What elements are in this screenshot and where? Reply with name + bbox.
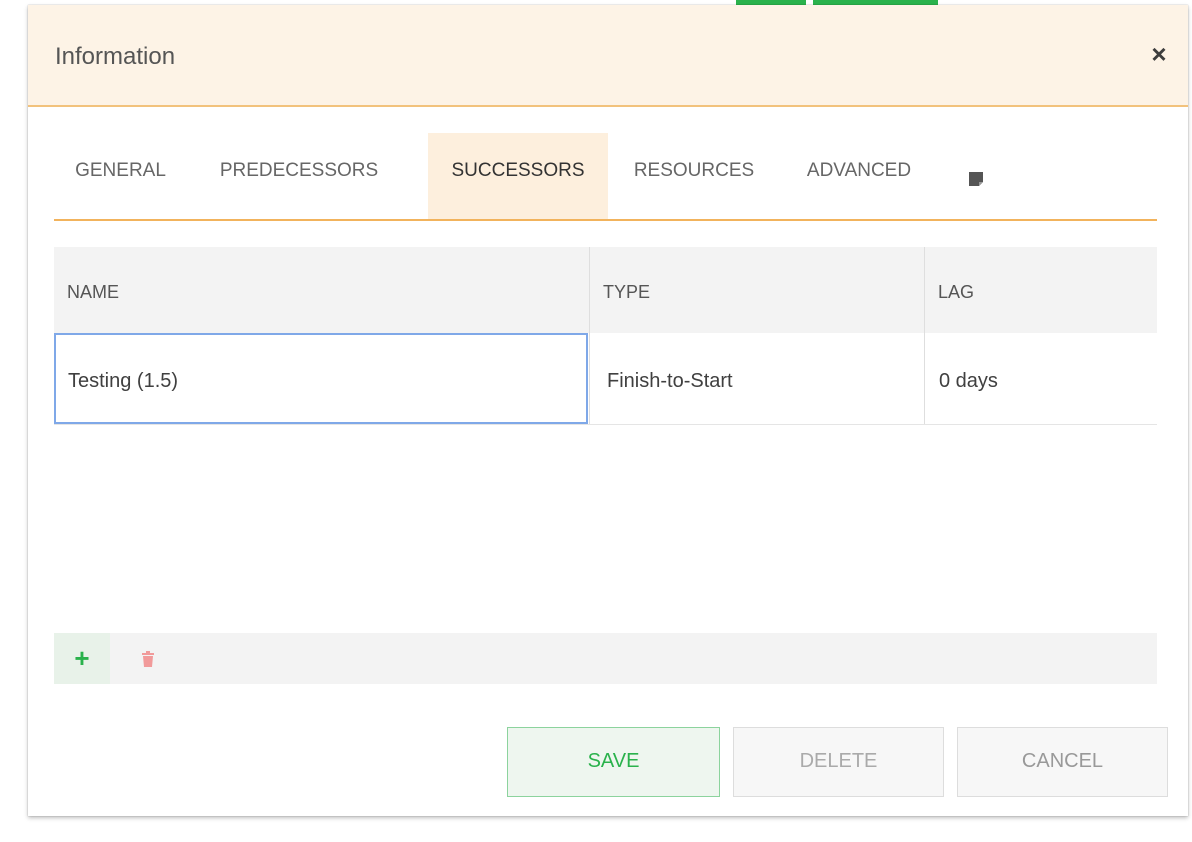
column-divider — [924, 247, 925, 333]
tab-successors[interactable]: SUCCESSORS — [428, 133, 608, 219]
column-header-lag[interactable]: LAG — [925, 247, 1157, 333]
cancel-button[interactable]: CANCEL — [957, 727, 1168, 797]
add-successor-button[interactable]: + — [54, 633, 110, 684]
grid-header: NAME TYPE LAG — [54, 247, 1157, 333]
tab-resources[interactable]: RESOURCES — [614, 133, 774, 219]
column-divider — [589, 333, 590, 424]
column-header-type[interactable]: TYPE — [590, 247, 924, 333]
close-icon[interactable]: × — [1144, 39, 1174, 69]
successors-grid: NAME TYPE LAG Testing (1.5) Finish-to-St… — [54, 247, 1157, 684]
dialog-header: Information × — [28, 5, 1188, 107]
tab-general[interactable]: GENERAL — [54, 133, 187, 219]
column-divider — [589, 247, 590, 333]
cell-lag[interactable]: 0 days — [925, 333, 1157, 424]
tab-bar: GENERAL PREDECESSORS SUCCESSORS RESOURCE… — [54, 133, 1157, 221]
note-icon[interactable] — [968, 171, 984, 187]
delete-button[interactable]: DELETE — [733, 727, 944, 797]
column-header-name[interactable]: NAME — [54, 247, 589, 333]
trash-icon — [142, 650, 154, 667]
dialog-title: Information — [55, 43, 176, 70]
cell-type[interactable]: Finish-to-Start — [590, 333, 924, 424]
save-button[interactable]: SAVE — [507, 727, 720, 797]
grid-toolbar: + — [54, 633, 1157, 684]
delete-successor-button[interactable] — [120, 633, 176, 684]
tab-advanced[interactable]: ADVANCED — [774, 133, 944, 219]
cell-name[interactable]: Testing (1.5) — [54, 333, 588, 424]
plus-icon: + — [74, 643, 90, 673]
table-row[interactable]: Testing (1.5) Finish-to-Start 0 days — [54, 333, 1157, 425]
information-dialog: Information × GENERAL PREDECESSORS SUCCE… — [28, 5, 1188, 816]
tab-predecessors[interactable]: PREDECESSORS — [187, 133, 411, 219]
column-divider — [924, 333, 925, 424]
